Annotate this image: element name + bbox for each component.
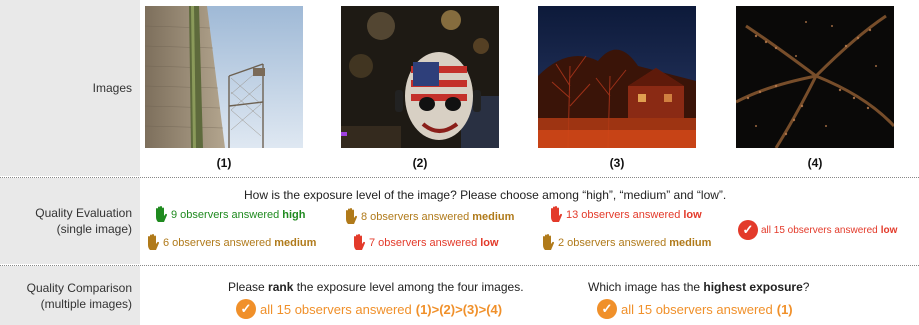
image-4: [736, 6, 894, 148]
row-label-evaluation: Quality Evaluation (single image): [0, 178, 140, 264]
check-icon: ✓: [597, 299, 617, 319]
highest-answer: ✓ all 15 observers answered (1): [597, 299, 793, 319]
highest-question-post: ?: [802, 280, 810, 294]
answer-text: 6 observers answered: [163, 237, 272, 249]
rank-question-pre: Please: [228, 280, 269, 294]
answer-img3-medium: 2 observers answered medium: [541, 234, 711, 252]
answer-text: 2 observers answered: [558, 237, 667, 249]
hand-icon: [148, 234, 160, 250]
answer-value: (1)>(2)>(3)>(4): [415, 301, 503, 317]
answer-img2-low: 7 observers answered low: [352, 234, 499, 252]
answer-text: all 15 observers answered: [621, 301, 773, 317]
hand-icon: [543, 234, 555, 250]
answer-img2-medium: 8 observers answered medium: [344, 208, 514, 226]
image-caption: (4): [807, 156, 823, 170]
answer-text: 13 observers answered: [566, 209, 681, 221]
hand-icon: [354, 234, 366, 250]
answer-value: low: [683, 209, 702, 221]
row-label-compare-line2: (multiple images): [40, 296, 132, 311]
answer-img1-medium: 6 observers answered medium: [146, 234, 316, 252]
answer-text: 8 observers answered: [361, 211, 470, 223]
answer-value: (1): [776, 301, 793, 317]
answer-img4-low: ✓ all 15 observers answered low: [738, 220, 897, 240]
separator: [0, 265, 919, 266]
image-2: [341, 6, 499, 148]
highest-question: Which image has the highest exposure?: [588, 280, 809, 294]
check-icon: ✓: [738, 220, 758, 240]
row-label-images-text: Images: [92, 81, 132, 95]
hand-icon: [346, 208, 358, 224]
image-caption: (1): [216, 156, 232, 170]
separator: [0, 177, 919, 178]
hand-icon: [156, 206, 168, 222]
highest-question-bold: highest exposure: [703, 280, 803, 294]
row-label-eval-line1: Quality Evaluation: [35, 206, 132, 220]
answer-text: all 15 observers answered: [761, 224, 878, 236]
image-caption: (2): [412, 156, 428, 170]
answer-img1-high: 9 observers answered high: [154, 206, 305, 224]
image-3: [538, 6, 696, 148]
answer-text: 7 observers answered: [369, 237, 478, 249]
answer-value: high: [282, 209, 306, 221]
row-label-eval-line2: (single image): [56, 222, 132, 236]
hand-icon: [551, 206, 563, 222]
rank-question-bold: rank: [268, 280, 294, 294]
image-1: [145, 6, 303, 148]
check-icon: ✓: [236, 299, 256, 319]
answer-value: low: [480, 237, 499, 249]
answer-text: all 15 observers answered: [260, 301, 412, 317]
rank-answer: ✓ all 15 observers answered (1)>(2)>(3)>…: [236, 299, 502, 319]
rank-question-post: the exposure level among the four images…: [293, 280, 524, 294]
answer-value: medium: [472, 211, 515, 223]
rank-question: Please rank the exposure level among the…: [228, 280, 524, 294]
answer-img3-low: 13 observers answered low: [549, 206, 702, 224]
answer-value: medium: [669, 237, 712, 249]
evaluation-question: How is the exposure level of the image? …: [244, 188, 727, 202]
row-label-comparison: Quality Comparison (multiple images): [0, 266, 140, 325]
answer-value: medium: [274, 237, 317, 249]
row-label-images: Images: [0, 0, 140, 176]
row-label-compare-line1: Quality Comparison: [26, 280, 132, 295]
highest-question-pre: Which image has the: [588, 280, 704, 294]
answer-value: low: [880, 224, 898, 236]
image-caption: (3): [609, 156, 625, 170]
answer-text: 9 observers answered: [171, 209, 280, 221]
